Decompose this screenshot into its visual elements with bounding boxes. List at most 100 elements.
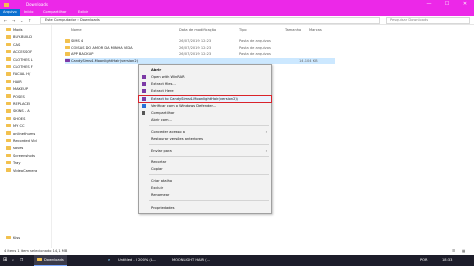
menu-item-excluir[interactable]: Excluir (139, 185, 271, 191)
task-view-icon[interactable]: ❐ (20, 255, 23, 266)
title-bar: Downloads — ☐ ✕ (0, 0, 474, 9)
search-icon[interactable]: ⌕ (12, 255, 14, 266)
sidebar-item[interactable]: Screenshots (6, 153, 35, 159)
folder-icon (6, 160, 11, 165)
folder-icon (6, 49, 11, 54)
menu-item-restaurar-versoes[interactable]: Restaurar versões anteriores (139, 136, 271, 142)
address-bar: ← → ⌄ ↑ Este Computador › Downloads Pesq… (0, 16, 474, 25)
menu-item-extract-files[interactable]: Extract files... (139, 81, 271, 87)
menu-item-conceder-acesso[interactable]: Conceder acesso a › (139, 129, 271, 135)
status-bar: 4 itens 1 item selecionado 14,1 MB ☰ ▦ (0, 248, 474, 255)
forward-icon[interactable]: → (12, 18, 15, 23)
sidebar-item[interactable]: POSES (6, 94, 25, 100)
menu-item-extract-to-folder[interactable]: Extract to CandySims4-MoonlightHair(vers… (138, 94, 272, 103)
clock[interactable]: 18:33 (442, 255, 452, 266)
menu-separator (149, 144, 269, 145)
folder-icon (6, 116, 11, 121)
tab-inicio[interactable]: Início (24, 10, 34, 14)
context-menu: Abrir Open with WinRAR Extract files... … (138, 64, 272, 214)
winrar-icon (142, 89, 146, 93)
windows-defender-icon (142, 104, 146, 108)
back-icon[interactable]: ← (4, 18, 7, 23)
folder-icon (6, 153, 11, 158)
column-header-type[interactable]: Tipo (239, 28, 247, 32)
folder-icon (6, 79, 11, 84)
maximize-button[interactable]: ☐ (438, 0, 456, 9)
folder-icon (6, 57, 11, 61)
menu-item-renomear[interactable]: Renomear (139, 192, 271, 198)
menu-item-enviar-para[interactable]: Enviar para › (139, 148, 271, 154)
folder-icon (6, 27, 11, 32)
sidebar-item[interactable]: CLOTHES L (6, 57, 33, 63)
recent-dropdown-icon[interactable]: ⌄ (20, 18, 23, 23)
menu-item-open-with-winrar[interactable]: Open with WinRAR (139, 74, 271, 80)
sidebar-item[interactable]: Kiss (6, 235, 20, 241)
taskbar-item-untitled[interactable]: Untitled - I 200% (L... (118, 255, 156, 266)
sidebar-item[interactable]: FACIAL H/ (6, 71, 30, 77)
file-row[interactable]: COISAS DO AMOR DA MINHA VIDA 26/07/2019 … (65, 45, 335, 51)
sidebar-item[interactable]: VideoCamera (6, 168, 37, 174)
taskbar-item-moonlight-hair[interactable]: MOONLIGHT HAIR (... (172, 255, 210, 266)
menu-item-abrir[interactable]: Abrir (139, 67, 271, 73)
menu-item-copiar[interactable]: Copiar (139, 166, 271, 172)
window-title: Downloads (26, 2, 48, 7)
sidebar-item[interactable]: saves (6, 145, 23, 151)
menu-item-criar-atalho[interactable]: Criar atalho (139, 178, 271, 184)
menu-item-windows-defender[interactable]: Verificar com o Windows Defender... (139, 103, 271, 109)
file-row-selected[interactable]: CandySims4-MoonlightHair(version2) 14.10… (65, 57, 335, 64)
sidebar-item[interactable]: HAIR (6, 79, 22, 85)
chevron-right-icon: › (265, 149, 267, 153)
menu-item-propriedades[interactable]: Propriedades (139, 205, 271, 211)
menu-separator (149, 200, 269, 201)
column-header-size[interactable]: Tamanho (285, 28, 301, 32)
close-button[interactable]: ✕ (456, 0, 474, 9)
sidebar-item[interactable]: Mods (6, 27, 22, 33)
minimize-button[interactable]: — (420, 0, 438, 9)
column-header-date[interactable]: Data de modificação (179, 28, 216, 32)
tab-compartilhar[interactable]: Compartilhar (43, 10, 67, 14)
folder-icon (6, 72, 11, 76)
sidebar-item[interactable]: SHOES (6, 116, 25, 122)
sidebar-item[interactable]: MAKEUP (6, 86, 28, 92)
search-input[interactable]: Pesquisar Downloads (386, 17, 470, 24)
sidebar-item[interactable]: ACCESSOF (6, 49, 32, 55)
folder-icon (6, 86, 11, 91)
column-header-name[interactable]: Nome (71, 28, 82, 32)
file-row[interactable]: APP BACKUP 26/07/2019 12:23 Pasta de arq… (65, 51, 335, 57)
sidebar-item[interactable]: MY CC (6, 123, 24, 129)
folder-icon (6, 109, 11, 113)
folder-icon (6, 138, 11, 143)
sidebar-item[interactable]: REPLACEI (6, 101, 30, 107)
sidebar-item[interactable]: SKINS - A (6, 108, 30, 114)
edge-icon[interactable]: e (108, 255, 110, 266)
folder-icon (6, 146, 11, 150)
folder-icon (6, 42, 11, 47)
column-header-markers[interactable]: Marcas (309, 28, 322, 32)
sidebar-item[interactable]: BUY-BUILD (6, 34, 32, 40)
winrar-icon (142, 82, 146, 86)
sidebar-item[interactable]: onlinethums (6, 131, 35, 137)
menu-item-abrir-com[interactable]: Abrir com... (139, 117, 271, 123)
large-icons-view-icon[interactable]: ▦ (462, 248, 465, 255)
menu-item-extract-here[interactable]: Extract Here (139, 88, 271, 94)
menu-item-compartilhar[interactable]: Compartilhar (139, 110, 271, 116)
up-icon[interactable]: ↑ (28, 18, 31, 23)
sidebar-item[interactable]: Recorded Vid (6, 138, 37, 144)
folder-icon (6, 131, 11, 135)
start-icon[interactable]: ⊞ (3, 255, 7, 266)
folder-icon (6, 123, 11, 128)
tab-arquivo[interactable]: Arquivo (0, 9, 20, 16)
sidebar-item[interactable]: CLOTHES F (6, 64, 33, 70)
tab-exibir[interactable]: Exibir (78, 10, 88, 14)
sidebar-item[interactable]: Tray (6, 160, 20, 166)
taskbar: ⊞ ⌕ ❐ Downloads e Untitled - I 200% (L..… (0, 255, 474, 266)
menu-separator (149, 156, 269, 157)
file-row[interactable]: SIMS 4 26/07/2019 12:23 Pasta de arquivo… (65, 38, 335, 44)
details-view-icon[interactable]: ☰ (452, 248, 455, 255)
chevron-right-icon: › (265, 130, 267, 134)
language-indicator[interactable]: POR (420, 255, 428, 266)
taskbar-item-downloads[interactable]: Downloads (34, 255, 67, 266)
breadcrumb[interactable]: Este Computador › Downloads (40, 17, 380, 24)
menu-item-recortar[interactable]: Recortar (139, 159, 271, 165)
sidebar-item[interactable]: CAS (6, 42, 20, 48)
